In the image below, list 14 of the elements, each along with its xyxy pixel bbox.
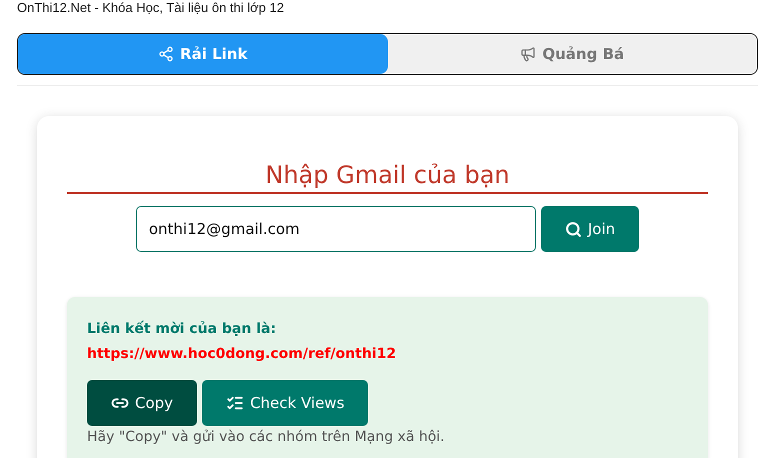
join-button[interactable]: Join — [540, 206, 640, 252]
share-icon — [158, 46, 174, 62]
check-views-button[interactable]: Check Views — [202, 380, 368, 426]
hint-text: Hãy "Copy" và gửi vào các nhóm trên Mạng xã hội. — [87, 429, 446, 445]
email-field[interactable]: onthi12@gmail.com — [136, 206, 536, 252]
site-title: OnThi12.Net - Khóa Học, Tài liệu ôn thi lớp 12 — [17, 0, 285, 16]
search-icon — [564, 220, 582, 238]
megaphone-icon — [520, 46, 536, 62]
copy-button[interactable]: Copy — [87, 380, 198, 426]
form-heading: Nhập Gmail của bạn — [67, 160, 708, 194]
tab[interactable]: Rải Link — [18, 34, 388, 74]
checklist-icon — [226, 394, 244, 412]
invite-link[interactable]: https://www.hoc0dong.com/ref/onthi12 — [87, 346, 688, 362]
invite-label: Liên kết mời của bạn là: — [87, 321, 278, 337]
